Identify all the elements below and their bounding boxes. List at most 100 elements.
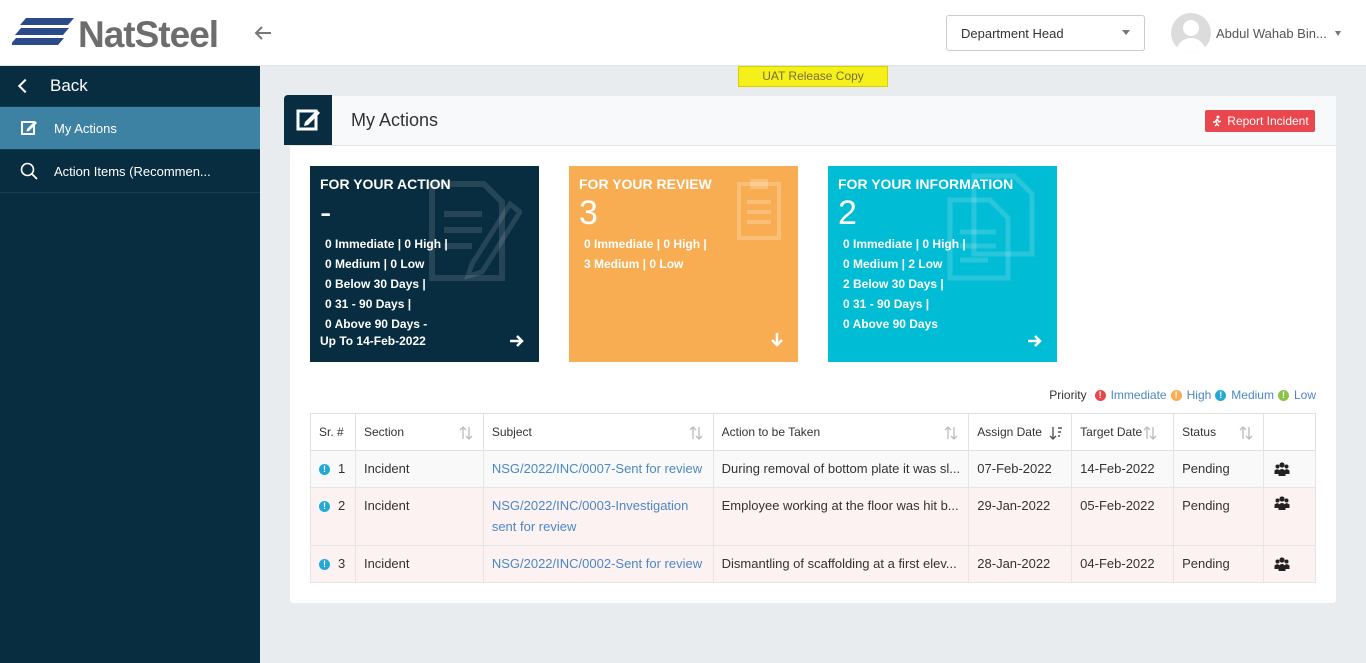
page-title: My Actions [351,110,439,130]
tile-stat-line: 0 31 - 90 Days | [843,297,930,311]
cell-sr: ! 3 [310,545,356,583]
sidebar-item-my-actions[interactable]: My Actions [0,107,260,150]
people-icon[interactable] [1274,495,1290,511]
tile-count: 2 [838,194,857,232]
priority-medium-label: Medium [1231,388,1274,402]
priority-legend: Priority ! Immediate ! High ! Medium ! L… [1049,388,1316,402]
sort-icon[interactable] [944,426,958,440]
logo-stripes-icon [12,18,74,45]
department-select[interactable]: Department Head [946,15,1145,51]
tile-stat-line: 0 Above 90 Days - [325,317,428,331]
priority-immediate-icon: ! [1094,389,1106,401]
tile-title: FOR YOUR ACTION [320,176,451,192]
priority-medium-icon: ! [319,501,330,512]
sidebar: Back My Actions Action Items (Recommen..… [0,66,260,663]
cell-section: Incident [354,487,484,546]
tile-stat-line: 0 Immediate | 0 High | [584,237,707,251]
priority-legend-label: Priority [1049,388,1087,402]
search-icon [20,162,38,180]
user-name: Abdul Wahab Bin... [1216,25,1327,41]
sort-descending-icon[interactable] [1049,426,1063,440]
tile-stat-line: 0 Immediate | 0 High | [325,237,448,251]
tile-stat-line: 2 Below 30 Days | [843,277,944,291]
column-header-status[interactable]: Status [1173,413,1264,451]
sidebar-item-action-items[interactable]: Action Items (Recommen... [0,150,260,193]
cell-status: Pending [1173,450,1264,488]
arrow-down-icon[interactable] [770,332,784,348]
cell-status: Pending [1173,487,1264,546]
tile-stat-line: 0 Medium | 0 Low [325,257,425,271]
column-header-label: Section [363,425,404,439]
cell-people [1263,545,1316,583]
my-actions-panel: My Actions Report Incident FOR YOUR ACTI… [284,95,1336,603]
column-header-label: Sr. # [319,425,344,439]
subject-link[interactable]: NSG/2022/INC/0002-Sent for review [492,556,702,571]
sort-icon[interactable] [1143,426,1157,440]
sidebar-back-button[interactable]: Back [0,66,260,107]
sort-icon[interactable] [1239,426,1253,440]
priority-medium-icon: ! [319,558,330,570]
tile-for-your-review[interactable]: FOR YOUR REVIEW 3 0 Immediate | 0 High |… [569,166,798,362]
column-header-sr[interactable]: Sr. # [310,413,356,451]
back-arrow-icon[interactable] [252,22,274,44]
priority-immediate-label: Immediate [1110,388,1167,402]
priority-high-icon: ! [1170,389,1182,401]
column-header-subject[interactable]: Subject [482,413,714,451]
table-row[interactable]: ! 3 Incident NSG/2022/INC/0002-Sent for r… [310,545,1316,583]
table-row[interactable]: ! 1 Incident NSG/2022/INC/0007-Sent for r… [310,450,1316,488]
sidebar-item-label: My Actions [54,120,117,136]
column-header-label: Assign Date [977,425,1042,439]
cell-subject: NSG/2022/INC/0007-Sent for review [482,450,714,488]
tile-stat-line: 0 31 - 90 Days | [325,297,412,311]
tile-stat-line: 0 Above 90 Days [843,317,938,331]
tile-footer-date: Up To 14-Feb-2022 [320,334,426,348]
cell-section: Incident [354,450,484,488]
user-menu[interactable]: Abdul Wahab Bin... [1171,13,1341,53]
cell-target-date: 14-Feb-2022 [1071,450,1175,488]
actions-table: Sr. # Section Subject Action to be Taken… [310,413,1316,583]
sidebar-item-label: Action Items (Recommen... [54,163,211,179]
arrow-right-icon[interactable] [509,334,525,348]
column-header-label: Target Date [1080,425,1143,439]
tile-stat-line: 0 Medium | 2 Low [843,257,943,271]
sort-icon[interactable] [689,426,703,440]
arrow-right-icon[interactable] [1027,334,1043,348]
report-incident-button[interactable]: Report Incident [1205,110,1315,132]
edit-icon [284,95,332,145]
column-header-target-date[interactable]: Target Date [1071,413,1175,451]
cell-action: Dismantling of scaffolding at a first el… [712,545,970,583]
cell-assign-date: 28-Jan-2022 [968,545,1073,583]
logo-text: NatSteel [78,14,219,55]
table-row[interactable]: ! 2 Incident NSG/2022/INC/0003-Investigat… [310,487,1316,546]
column-header-section[interactable]: Section [354,413,484,451]
people-icon[interactable] [1274,461,1290,477]
column-header-label: Status [1182,425,1217,439]
tile-for-your-action[interactable]: FOR YOUR ACTION - 0 Immediate | 0 High |… [310,166,539,362]
people-icon[interactable] [1274,556,1290,572]
cell-action: Employee working at the floor was hit b.… [712,487,970,546]
cell-people [1263,487,1316,546]
subject-link[interactable]: NSG/2022/INC/0007-Sent for review [492,461,702,476]
avatar [1171,13,1211,53]
cell-people [1263,450,1316,488]
edit-icon [21,121,37,135]
report-incident-label: Report Incident [1227,114,1309,128]
column-header-action[interactable]: Action to be Taken [712,413,970,451]
table-header-row: Sr. # Section Subject Action to be Taken… [310,413,1316,451]
tile-title: FOR YOUR INFORMATION [838,176,1014,192]
column-header-assign-date[interactable]: Assign Date [968,413,1073,451]
natsteel-logo[interactable]: NatSteel [12,14,219,56]
cell-status: Pending [1173,545,1264,583]
subject-link[interactable]: NSG/2022/INC/0003-Investigation sent for… [492,498,689,534]
cell-sr: ! 2 [310,487,356,546]
tile-count: - [320,194,332,232]
tile-for-your-information[interactable]: FOR YOUR INFORMATION 2 0 Immediate | 0 H… [828,166,1057,362]
priority-high-label: High [1186,388,1212,402]
sort-icon[interactable] [459,426,473,440]
cell-target-date: 04-Feb-2022 [1071,545,1175,583]
uat-banner: UAT Release Copy [738,66,888,87]
clipboard-icon [737,179,781,240]
cell-subject: NSG/2022/INC/0003-Investigation sent for… [482,487,714,546]
tile-stats: 0 Immediate | 0 High | 0 Medium | 0 Low … [320,234,448,334]
panel-header: My Actions Report Incident [284,95,1336,146]
